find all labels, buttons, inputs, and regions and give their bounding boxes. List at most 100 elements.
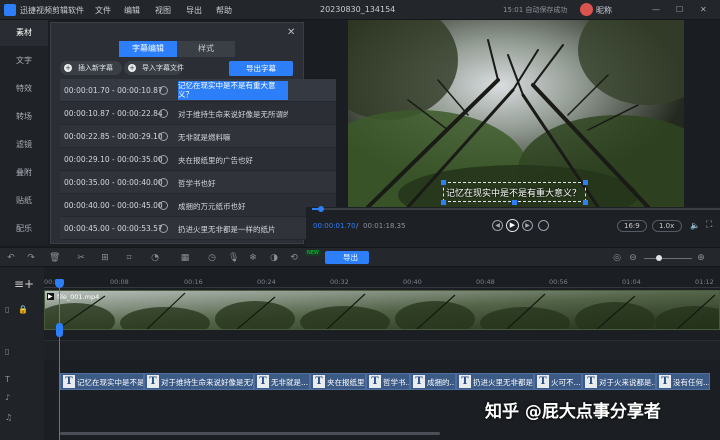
zoom-slider-knob[interactable] xyxy=(656,255,662,261)
lock-icon[interactable]: 🔒 xyxy=(18,305,28,314)
playback-progress-knob[interactable] xyxy=(317,206,324,212)
mosaic-icon[interactable]: ▦ xyxy=(180,253,190,263)
ruler-label: 01:04 xyxy=(622,278,641,286)
current-time: 00:00:01.70 xyxy=(313,222,356,230)
tab-subtitle-edit[interactable]: 字幕编辑 xyxy=(119,41,177,57)
zoom-in-icon[interactable]: ⊕ xyxy=(696,253,706,263)
prev-frame-icon[interactable]: ◀ xyxy=(492,220,503,231)
music-track-icon: ♪ xyxy=(5,393,11,402)
subtitle-clip[interactable]: T 火可不... xyxy=(534,373,582,390)
subtitle-clip-text: 对于维持生命来说好像是无所... xyxy=(161,378,253,387)
subtitle-clip[interactable]: T 扔进火里无非都是... xyxy=(456,373,534,390)
maximize-icon[interactable]: ☐ xyxy=(676,5,683,14)
crop-icon[interactable]: ⌗ xyxy=(124,253,134,263)
timeline-scrollbar[interactable] xyxy=(60,432,440,435)
cut-icon[interactable]: ✂ xyxy=(76,253,86,263)
text-icon: T xyxy=(459,375,471,388)
project-name: 20230830_134154 xyxy=(320,5,396,14)
panel-close-icon[interactable]: ✕ xyxy=(287,27,295,38)
volume-icon[interactable]: 🔈 xyxy=(690,221,700,230)
menu-edit[interactable]: 编辑 xyxy=(124,5,140,16)
sidebar-item-transitions[interactable]: 转场 xyxy=(0,104,48,130)
color-icon[interactable]: ◑ xyxy=(269,253,279,263)
playback-progress-track[interactable] xyxy=(312,208,720,210)
subtitle-clip[interactable]: T记忆在现实中是不是... xyxy=(60,373,144,390)
aspect-ratio-select[interactable]: 16:9 xyxy=(617,220,647,232)
subtitle-clip[interactable]: T 对于火来说都是... xyxy=(582,373,656,390)
menu-export[interactable]: 导出 xyxy=(186,5,202,16)
video-clip[interactable]: ▶ file_001.mp4 xyxy=(44,290,720,330)
ruler-label: 00:56 xyxy=(549,278,568,286)
split-icon[interactable]: ⊞ xyxy=(100,253,110,263)
subtitle-clip[interactable]: T 没有任何... xyxy=(656,373,710,390)
zoom-out-icon[interactable]: ⊖ xyxy=(628,253,638,263)
playhead-grip[interactable] xyxy=(56,323,63,337)
sidebar-item-effects[interactable]: 特效 xyxy=(0,76,48,102)
sidebar-item-overlay[interactable]: 叠附 xyxy=(0,160,48,186)
play-icon[interactable]: ▶ xyxy=(506,219,519,232)
user-name[interactable]: 昵称 xyxy=(596,5,612,16)
preview-subtitle-text[interactable]: 记忆在现实中是不是有重大意义？ xyxy=(446,186,581,199)
duration-icon[interactable]: ◷ xyxy=(207,253,217,263)
sidebar-item-filters[interactable]: 滤镜 xyxy=(0,132,48,158)
insert-subtitle-label: 插入新字幕 xyxy=(78,64,113,72)
export-subtitle-button[interactable]: 导出字幕 xyxy=(229,61,293,76)
next-frame-icon[interactable]: ▶ xyxy=(522,220,533,231)
speed-icon[interactable]: ◔ xyxy=(150,253,160,263)
sidebar-item-text[interactable]: 文字 xyxy=(0,48,48,74)
timeline-ruler[interactable] xyxy=(44,276,720,288)
resize-handle[interactable] xyxy=(441,200,446,205)
subtitle-clip[interactable]: T对于维持生命来说好像是无所... xyxy=(144,373,254,390)
resize-handle[interactable] xyxy=(441,180,446,185)
overlay-track-icon: ▯ xyxy=(5,347,10,356)
minimize-icon[interactable]: — xyxy=(652,5,660,14)
subtitle-clip[interactable]: T 哲学书... xyxy=(366,373,410,390)
add-track-icon[interactable]: ≡+ xyxy=(14,277,34,291)
text-track-icon: T xyxy=(5,375,10,384)
mic-icon[interactable]: 🎙 xyxy=(228,253,239,263)
import-subtitle-button[interactable]: + 导入字幕文件 xyxy=(124,61,184,75)
playhead[interactable] xyxy=(59,279,60,440)
delete-icon[interactable]: 🗑 xyxy=(49,253,60,263)
aspect-ratio-value: 16:9 xyxy=(624,222,640,230)
freeze-icon[interactable]: ❄ xyxy=(248,253,258,263)
tab-style[interactable]: 样式 xyxy=(177,41,235,57)
subtitle-clip-text: 记忆在现实中是不是... xyxy=(77,378,144,387)
menu-view[interactable]: 视图 xyxy=(155,5,171,16)
resize-handle[interactable] xyxy=(583,200,588,205)
forest-frame-image xyxy=(348,20,684,207)
playhead-handle[interactable] xyxy=(55,279,64,288)
resize-handle[interactable] xyxy=(512,200,517,205)
export-button[interactable]: 导出 xyxy=(325,251,369,264)
subtitle-clip[interactable]: T 无非就是... xyxy=(254,373,310,390)
zoom-slider-track[interactable] xyxy=(644,258,692,259)
close-icon[interactable]: ✕ xyxy=(700,5,707,14)
menu-help[interactable]: 帮助 xyxy=(216,5,232,16)
sidebar: 素材 文字 特效 转场 滤镜 叠附 贴纸 配乐 xyxy=(0,20,48,245)
speed-select[interactable]: 1.0x xyxy=(652,220,682,232)
sidebar-item-stickers[interactable]: 贴纸 xyxy=(0,188,48,214)
sidebar-item-music[interactable]: 配乐 xyxy=(0,216,48,242)
panel-scrollbar[interactable] xyxy=(288,79,291,189)
subtitle-clip[interactable]: T 成捆的... xyxy=(410,373,456,390)
clip-play-icon[interactable]: ▶ xyxy=(47,293,54,300)
avatar[interactable] xyxy=(580,3,593,16)
undo-icon[interactable]: ↶ xyxy=(6,253,16,263)
video-preview[interactable]: 记忆在现实中是不是有重大意义？ xyxy=(348,20,684,207)
stop-icon[interactable] xyxy=(538,220,549,231)
subtitle-clip-text: 成捆的... xyxy=(427,378,456,387)
insert-subtitle-button[interactable]: + 插入新字幕 xyxy=(60,61,122,75)
text-icon: T xyxy=(659,375,671,388)
menu-file[interactable]: 文件 xyxy=(95,5,111,16)
camera-icon[interactable]: ◎ xyxy=(612,253,622,263)
overlay-track[interactable] xyxy=(44,340,720,360)
rotate-icon[interactable]: ⟲ xyxy=(289,253,299,263)
speed-value: 1.0x xyxy=(659,222,675,230)
resize-handle[interactable] xyxy=(583,180,588,185)
app-logo xyxy=(4,4,16,16)
subtitle-clip[interactable]: T夹在报纸里... xyxy=(310,373,366,390)
redo-icon[interactable]: ↷ xyxy=(26,253,36,263)
fullscreen-icon[interactable]: ⛶ xyxy=(706,220,712,230)
text-icon: T xyxy=(369,375,381,388)
sidebar-item-media[interactable]: 素材 xyxy=(0,20,48,46)
